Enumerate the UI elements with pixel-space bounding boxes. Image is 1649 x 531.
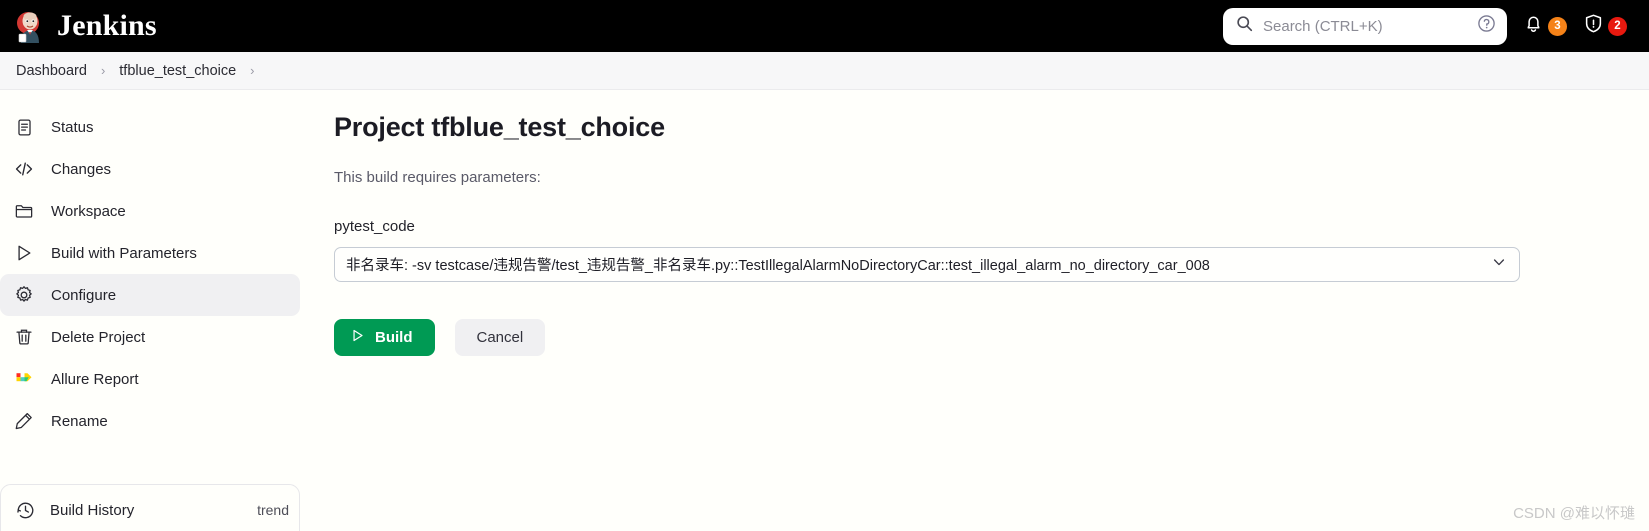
bell-icon <box>1523 13 1544 39</box>
notification-count-badge: 3 <box>1548 16 1567 36</box>
build-button[interactable]: Build <box>334 319 435 356</box>
trash-icon <box>13 326 35 348</box>
main-content: Project tfblue_test_choice This build re… <box>308 90 1649 530</box>
document-icon <box>13 116 35 138</box>
sidebar-item-rename[interactable]: Rename <box>0 400 300 442</box>
allure-logo-icon <box>13 368 35 390</box>
cancel-button[interactable]: Cancel <box>454 319 546 356</box>
sidebar-item-build-with-parameters[interactable]: Build with Parameters <box>0 232 300 274</box>
sidebar-item-status[interactable]: Status <box>0 106 300 148</box>
sidebar-item-label: Status <box>51 118 94 136</box>
search-input[interactable]: Search (CTRL+K) <box>1223 7 1507 45</box>
sidebar-item-label: Changes <box>51 160 112 178</box>
shield-exclamation-icon <box>1583 13 1604 39</box>
play-triangle-icon <box>350 328 365 347</box>
pencil-icon <box>13 410 35 432</box>
sidebar-item-workspace[interactable]: Workspace <box>0 190 300 232</box>
jenkins-butler-logo-icon <box>14 9 48 43</box>
play-triangle-icon <box>13 242 35 264</box>
sidebar-item-label: Delete Project <box>51 328 146 346</box>
build-history-label: Build History <box>50 501 135 519</box>
sidebar: Status Changes Workspace Build with Para… <box>0 90 308 531</box>
brand-name: Jenkins <box>57 9 157 42</box>
clock-history-icon <box>14 499 36 521</box>
jenkins-home-link[interactable]: Jenkins <box>14 9 157 43</box>
gear-icon <box>13 284 35 306</box>
build-history-panel[interactable]: Build History trend <box>0 484 300 531</box>
sidebar-item-label: Rename <box>51 412 108 430</box>
top-navigation-bar: Jenkins Search (CTRL+K) 3 2 <box>0 0 1649 52</box>
sidebar-item-label: Configure <box>51 286 117 304</box>
question-circle-icon[interactable] <box>1477 14 1496 38</box>
pytest-code-selected-value: 非名录车: -sv testcase/违规告警/test_违规告警_非名录车.p… <box>346 258 1210 274</box>
sidebar-item-label: Build with Parameters <box>51 244 197 262</box>
sidebar-item-changes[interactable]: Changes <box>0 148 300 190</box>
sidebar-item-delete-project[interactable]: Delete Project <box>0 316 300 358</box>
folder-icon <box>13 200 35 222</box>
sidebar-item-allure-report[interactable]: Allure Report <box>0 358 300 400</box>
form-actions: Build Cancel <box>334 319 1649 356</box>
pytest-code-select[interactable]: 非名录车: -sv testcase/违规告警/test_违规告警_非名录车.p… <box>334 247 1520 282</box>
requires-parameters-text: This build requires parameters: <box>334 169 541 186</box>
security-count-badge: 2 <box>1608 16 1627 36</box>
sidebar-item-label: Workspace <box>51 202 126 220</box>
cancel-button-label: Cancel <box>476 329 524 346</box>
build-history-trend-label[interactable]: trend <box>257 502 289 518</box>
page-layout: Status Changes Workspace Build with Para… <box>0 90 1649 531</box>
chevron-right-icon-2: › <box>250 63 255 78</box>
search-icon <box>1236 15 1253 37</box>
chevron-down-icon <box>1491 254 1507 275</box>
search-placeholder: Search (CTRL+K) <box>1263 17 1383 35</box>
sidebar-item-configure[interactable]: Configure <box>0 274 300 316</box>
breadcrumb: Dashboard › tfblue_test_choice › <box>0 52 1649 90</box>
build-button-label: Build <box>375 329 413 346</box>
page-title: Project tfblue_test_choice <box>334 112 665 142</box>
topbar-actions: Search (CTRL+K) 3 2 <box>1223 7 1635 45</box>
breadcrumb-item-project[interactable]: tfblue_test_choice <box>111 59 244 83</box>
parameter-name-label: pytest_code <box>334 218 415 235</box>
breadcrumb-item-dashboard[interactable]: Dashboard <box>8 59 95 83</box>
watermark: CSDN @难以怀璡 <box>1513 505 1635 522</box>
security-warnings-button[interactable]: 2 <box>1583 13 1627 39</box>
chevron-right-icon: › <box>100 63 106 78</box>
sidebar-item-label: Allure Report <box>51 370 139 388</box>
notifications-button[interactable]: 3 <box>1523 13 1567 39</box>
code-brackets-icon <box>13 158 35 180</box>
